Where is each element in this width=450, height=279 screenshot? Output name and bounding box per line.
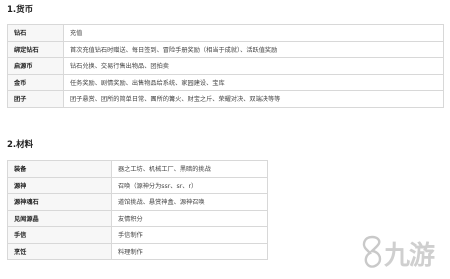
section-heading-materials: 2.材料 (7, 140, 34, 150)
table-row: 装备 器之工坊、机械工厂、黑暗的挑战 (7, 160, 268, 178)
row-key: 钻石 (7, 24, 64, 42)
row-key: 绑定钻石 (7, 40, 64, 58)
table-row: 团子 团子悬赏、团所的简单日常、團所的篝火、财宝之斤、荣耀对决、双端决等等 (7, 90, 444, 108)
row-key: 启源币 (7, 57, 64, 75)
row-key: 手信 (7, 226, 112, 244)
watermark-text: 九游 (384, 241, 435, 271)
row-key: 见闻源晶 (7, 209, 112, 227)
table-row: 烹饪 料理制作 (7, 242, 268, 260)
row-key: 团子 (7, 90, 64, 108)
row-key: 源神魂石 (7, 193, 112, 211)
row-value: 钻石兑换、交易行售出物品、团拍卖 (63, 57, 444, 75)
table-row: 见闻源晶 友情积分 (7, 209, 268, 227)
section-heading-currency: 1.货币 (7, 5, 34, 15)
row-value: 任务奖励、剧情奖励、出售物品给系统、家园建设、宝库 (63, 73, 444, 91)
table-row: 金币 任务奖励、剧情奖励、出售物品给系统、家园建设、宝库 (7, 73, 444, 91)
table-row: 启源币 钻石兑换、交易行售出物品、团拍卖 (7, 57, 444, 75)
row-key: 烹饪 (7, 242, 112, 260)
currency-table: 钻石 充值 绑定钻石 首次充值钻石时赠送、每日签到、冒险手册奖励（相当于成就）、活跃… (7, 24, 444, 108)
row-value: 召唤（源神分为ssr、sr、r） (111, 176, 268, 194)
table-row: 绑定钻石 首次充值钻石时赠送、每日签到、冒险手册奖励（相当于成就）、活跃值奖励 (7, 40, 444, 58)
row-value: 手信制作 (111, 226, 268, 244)
row-key: 金币 (7, 73, 64, 91)
table-row: 源神 召唤（源神分为ssr、sr、r） (7, 176, 268, 194)
table-row: 源神魂石 道馆挑战、悬赏神盒、源神召唤 (7, 193, 268, 211)
row-value: 团子悬赏、团所的简单日常、團所的篝火、财宝之斤、荣耀对决、双端决等等 (63, 90, 444, 108)
watermark-logo: 九游 (360, 233, 444, 271)
jiuyou-logo-icon (362, 235, 382, 268)
row-value: 道馆挑战、悬赏神盒、源神召唤 (111, 193, 268, 211)
row-value: 充值 (63, 24, 444, 42)
row-key: 装备 (7, 160, 112, 178)
table-row: 手信 手信制作 (7, 226, 268, 244)
row-value: 料理制作 (111, 242, 268, 260)
row-value: 首次充值钻石时赠送、每日签到、冒险手册奖励（相当于成就）、活跃值奖励 (63, 40, 444, 58)
row-key: 源神 (7, 176, 112, 194)
table-row: 钻石 充值 (7, 24, 444, 42)
materials-table: 装备 器之工坊、机械工厂、黑暗的挑战 源神 召唤（源神分为ssr、sr、r） 源神魂… (7, 160, 268, 260)
row-value: 器之工坊、机械工厂、黑暗的挑战 (111, 160, 268, 178)
row-value: 友情积分 (111, 209, 268, 227)
